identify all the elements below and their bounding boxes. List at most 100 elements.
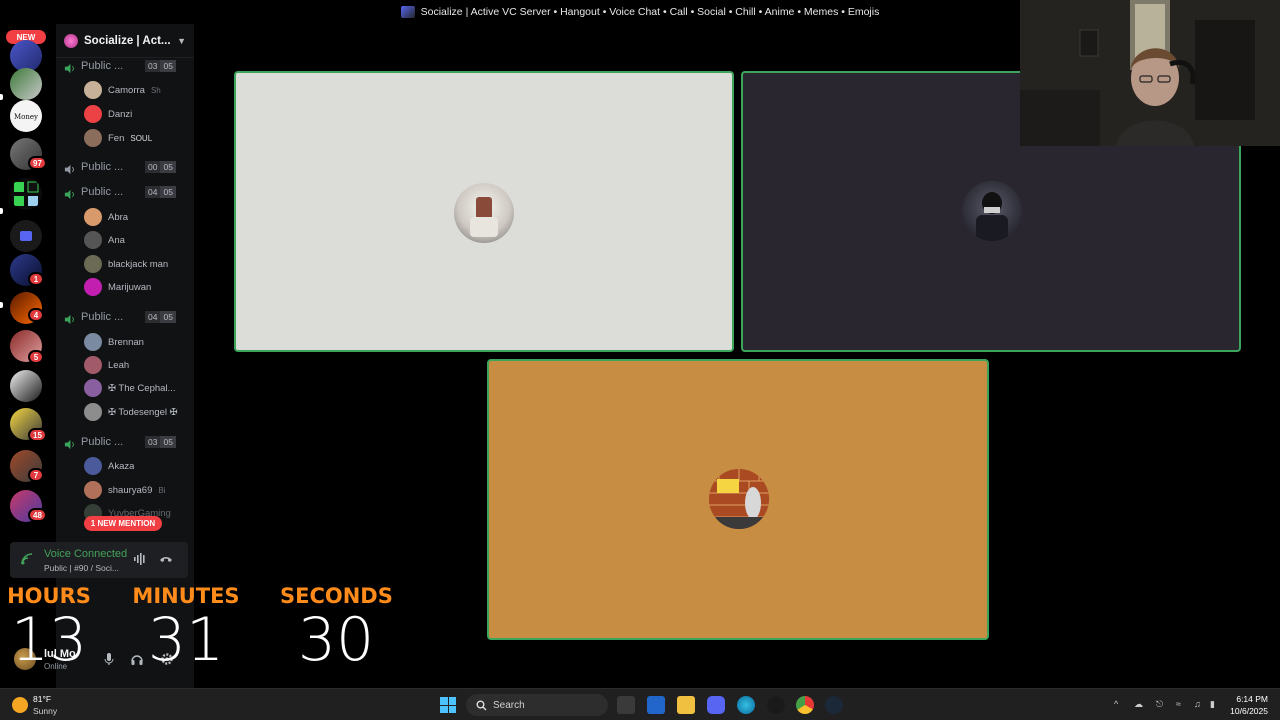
seconds-counter: SECONDS 30 bbox=[280, 584, 393, 675]
voice-channel[interactable]: Public ... 00 05 bbox=[56, 157, 194, 177]
store-icon[interactable] bbox=[647, 696, 665, 714]
signal-icon[interactable] bbox=[20, 552, 36, 566]
window-title: Socialize | Active VC Server • Hangout •… bbox=[420, 6, 880, 18]
voice-member[interactable]: Leah bbox=[84, 355, 192, 375]
task-view-icon[interactable] bbox=[617, 696, 635, 714]
voice-member[interactable]: Marijuwan bbox=[84, 277, 192, 297]
member-tag: Bi bbox=[158, 485, 166, 495]
avatar bbox=[84, 81, 102, 99]
voice-channel[interactable]: Public ... 04 05 bbox=[56, 307, 194, 327]
minutes-value: 31 bbox=[147, 605, 225, 675]
steam-icon[interactable] bbox=[825, 696, 843, 714]
svg-text:Money: Money bbox=[14, 113, 38, 121]
channel-name: Public ... bbox=[81, 161, 124, 173]
voice-member[interactable]: ✠ Todesengel ✠ bbox=[84, 402, 192, 422]
taskbar-clock[interactable]: 6:14 PM 10/6/2025 bbox=[1230, 693, 1268, 717]
speaker-icon bbox=[64, 437, 75, 449]
app-icon[interactable] bbox=[767, 696, 785, 714]
weather-temperature[interactable]: 81°F bbox=[33, 694, 51, 704]
webcam-overlay bbox=[1020, 0, 1280, 146]
speaker-icon bbox=[64, 312, 75, 324]
unread-indicator bbox=[0, 94, 3, 100]
server-icon[interactable]: Money bbox=[10, 100, 42, 132]
member-name: Abra bbox=[108, 211, 129, 223]
seconds-value: 30 bbox=[297, 605, 375, 675]
wifi-icon[interactable]: ≈ bbox=[1176, 699, 1186, 709]
unread-indicator bbox=[0, 302, 3, 308]
microphone-icon[interactable] bbox=[102, 652, 116, 666]
voice-channel[interactable]: Public ... 03 05 bbox=[56, 56, 194, 76]
voice-channel[interactable]: Public ... 03 05 bbox=[56, 432, 194, 452]
chevron-up-icon[interactable]: ^ bbox=[1114, 699, 1124, 709]
voice-member[interactable]: Akaza bbox=[84, 456, 192, 476]
member-name: Fen bbox=[108, 132, 125, 144]
voice-member[interactable]: ✠ The Cephal... bbox=[84, 378, 192, 398]
avatar bbox=[84, 481, 102, 499]
server-header[interactable]: Socialize | Act... ▼ bbox=[56, 24, 194, 58]
file-explorer-icon[interactable] bbox=[677, 696, 695, 714]
unread-badge: 15 bbox=[28, 428, 47, 442]
weather-condition[interactable]: Sunny bbox=[33, 706, 57, 716]
member-tag: SOUL bbox=[130, 133, 153, 143]
channel-name: Public ... bbox=[81, 60, 124, 72]
avatar bbox=[709, 469, 769, 529]
server-logo-icon bbox=[64, 33, 78, 48]
channel-name: Public ... bbox=[81, 436, 124, 448]
member-name: Camorra bbox=[108, 84, 145, 96]
search-placeholder: Search bbox=[493, 699, 525, 711]
weather-sun-icon[interactable] bbox=[12, 697, 28, 713]
participant-tile[interactable] bbox=[487, 359, 989, 640]
taskbar-search[interactable]: Search bbox=[466, 694, 608, 716]
voice-member[interactable]: Camorra Sh bbox=[84, 80, 192, 100]
voice-member[interactable]: shaurya69 Bi bbox=[84, 480, 192, 500]
voice-channel-path[interactable]: Public | #90 / Soci... bbox=[44, 563, 119, 573]
voice-member[interactable]: Abra bbox=[84, 207, 192, 227]
hours-value: 13 bbox=[10, 605, 88, 675]
disconnect-icon[interactable] bbox=[158, 552, 174, 568]
unread-badge: 48 bbox=[28, 508, 47, 522]
chrome-icon[interactable] bbox=[796, 696, 814, 714]
voice-channel[interactable]: Public ... 04 05 bbox=[56, 182, 194, 202]
voice-member[interactable]: blackjack man bbox=[84, 254, 192, 274]
member-name: ✠ The Cephal... bbox=[108, 382, 176, 394]
member-name: ✠ Todesengel ✠ bbox=[108, 406, 178, 418]
usb-icon[interactable]: ⎋ bbox=[1156, 699, 1166, 709]
server-icon[interactable] bbox=[10, 178, 42, 210]
folder-icon[interactable] bbox=[10, 220, 42, 252]
participant-tile[interactable] bbox=[234, 71, 734, 352]
clock-date: 10/6/2025 bbox=[1230, 706, 1268, 716]
battery-icon[interactable]: ▮ bbox=[1210, 699, 1220, 709]
noise-suppression-icon[interactable] bbox=[132, 552, 148, 568]
volume-icon[interactable]: ♫ bbox=[1194, 699, 1204, 709]
avatar bbox=[84, 379, 102, 397]
minutes-counter: MINUTES 31 bbox=[130, 584, 242, 670]
channel-name: Public ... bbox=[81, 186, 124, 198]
channel-user-count: 04 05 bbox=[145, 311, 176, 323]
chevron-down-icon: ▼ bbox=[177, 35, 186, 46]
avatar bbox=[84, 255, 102, 273]
voice-member[interactable]: Fen SOUL bbox=[84, 128, 192, 148]
member-name: Akaza bbox=[108, 460, 135, 472]
edge-icon[interactable] bbox=[737, 696, 755, 714]
windows-start-icon[interactable] bbox=[440, 697, 456, 713]
search-icon bbox=[476, 700, 487, 710]
voice-member[interactable]: Brennan bbox=[84, 332, 192, 352]
avatar bbox=[84, 333, 102, 351]
onedrive-icon[interactable]: ☁ bbox=[1134, 699, 1144, 709]
avatar bbox=[454, 183, 514, 243]
member-name: Leah bbox=[108, 359, 130, 371]
server-icon[interactable] bbox=[10, 370, 42, 402]
server-icon bbox=[400, 6, 415, 18]
avatar bbox=[84, 356, 102, 374]
unread-badge: 4 bbox=[28, 308, 44, 322]
channel-name: Public ... bbox=[81, 311, 124, 323]
new-mention-button[interactable]: 1 NEW MENTION bbox=[84, 516, 162, 531]
avatar bbox=[84, 208, 102, 226]
discord-icon[interactable] bbox=[707, 696, 725, 714]
server-icon[interactable] bbox=[10, 68, 42, 100]
voice-member[interactable]: Ana bbox=[84, 230, 192, 250]
member-name: Danzi bbox=[108, 108, 133, 120]
voice-member[interactable]: Danzi bbox=[84, 104, 192, 124]
avatar bbox=[84, 403, 102, 421]
voice-status[interactable]: Voice Connected bbox=[44, 548, 127, 560]
